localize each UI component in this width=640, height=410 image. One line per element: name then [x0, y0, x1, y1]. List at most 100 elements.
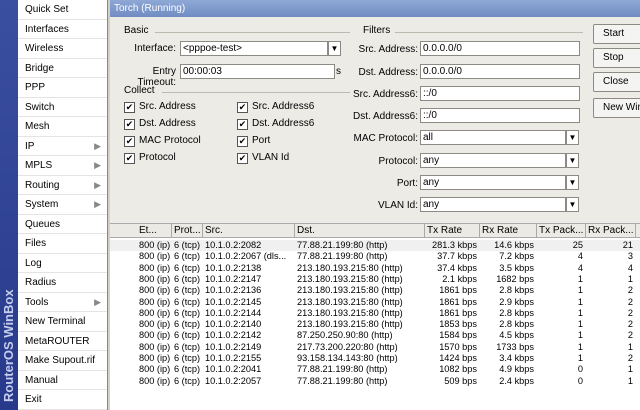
src-address6-input[interactable]: ::/0 [420, 86, 580, 101]
table-cell: 6 (tcp) [174, 319, 201, 330]
column-header[interactable]: Src. [203, 224, 295, 238]
sidebar-item-ppp[interactable]: PPP [18, 78, 107, 98]
sidebar-item-log[interactable]: Log [18, 254, 107, 273]
table-row[interactable]: 800 (ip) 6 (tcp) 10.1.0.2:2147 213.180.193.… [110, 274, 640, 285]
sidebar-item-label: IP [25, 140, 35, 152]
close-button[interactable]: Close [593, 72, 640, 92]
table-row[interactable]: 800 (ip) 6 (tcp) 10.1.0.2:2067 (dls... 77.8… [110, 251, 640, 262]
port-select[interactable]: any [420, 175, 566, 190]
collect-src-address-checkbox[interactable]: ✔ [124, 102, 135, 113]
new-window-button[interactable]: New Window [593, 98, 640, 118]
column-header[interactable]: Rx Rate [480, 224, 537, 238]
column-header[interactable]: Dst. [295, 224, 425, 238]
collect-src-address6-checkbox[interactable]: ✔ [237, 102, 248, 113]
table-row[interactable]: 800 (ip) 6 (tcp) 10.1.0.2:2155 93.158.134.1… [110, 353, 640, 364]
sidebar-item-radius[interactable]: Radius [18, 273, 107, 293]
table-cell: 6 (tcp) [174, 341, 201, 352]
sidebar-item-manual[interactable]: Manual [18, 371, 107, 390]
vlan-id-dropdown-button[interactable]: ▼ [566, 197, 579, 212]
sidebar-item-mesh[interactable]: Mesh [18, 117, 107, 137]
mac-protocol-select[interactable]: all [420, 130, 566, 145]
collect-dst-address6-checkbox[interactable]: ✔ [237, 119, 248, 130]
torch-table[interactable]: Et... Prot... Src. Dst. Tx Rate Rx Rate Tx Pac… [110, 223, 640, 410]
column-header[interactable]: Rx Pack... [586, 224, 636, 238]
protocol-dropdown-button[interactable]: ▼ [566, 153, 579, 168]
collect-protocol-checkbox[interactable]: ✔ [124, 153, 135, 164]
sidebar-item-wireless[interactable]: Wireless [18, 39, 107, 59]
table-row[interactable]: 800 (ip) 6 (tcp) 10.1.0.2:2145 213.180.193.… [110, 297, 640, 308]
table-row[interactable]: 800 (ip) 6 (tcp) 10.1.0.2:2136 213.180.193.… [110, 285, 640, 296]
sidebar-item-files[interactable]: Files [18, 234, 107, 254]
entry-timeout-input[interactable]: 00:00:03 [180, 64, 335, 79]
table-cell: 800 (ip) [139, 319, 171, 330]
table-cell: 10.1.0.2:2082 [205, 240, 262, 250]
table-row[interactable]: 800 (ip) 6 (tcp) 10.1.0.2:2057 77.88.21.199… [110, 376, 640, 387]
sidebar-menu: Quick Set Interfaces Wireless Bridge PPP Swit… [18, 0, 108, 410]
table-row[interactable]: 800 (ip) 6 (tcp) 10.1.0.2:2140 213.180.193.… [110, 319, 640, 330]
dst-address-input[interactable]: 0.0.0.0/0 [420, 64, 580, 79]
vlan-id-select[interactable]: any [420, 197, 566, 212]
sidebar-item-metarouter[interactable]: MetaROUTER [18, 332, 107, 351]
sidebar-item-switch[interactable]: Switch [18, 98, 107, 117]
collect-dst-address-checkbox[interactable]: ✔ [124, 119, 135, 130]
collect-mac-protocol-checkbox[interactable]: ✔ [124, 136, 135, 147]
sidebar-item-ip[interactable]: IP ▶ [18, 137, 107, 156]
sidebar-item-exit[interactable]: Exit [18, 390, 107, 410]
dst-address6-input[interactable]: ::/0 [420, 108, 580, 123]
table-cell: 1 [577, 296, 583, 307]
table-row[interactable]: 800 (ip) 6 (tcp) 10.1.0.2:2144 213.180.193.… [110, 308, 640, 319]
protocol-select[interactable]: any [420, 153, 566, 168]
sidebar-item-quick-set[interactable]: Quick Set [18, 0, 107, 20]
stop-button[interactable]: Stop [593, 48, 640, 68]
table-cell: 3.4 kbps [499, 353, 534, 363]
table-cell: 6 (tcp) [174, 307, 201, 318]
sidebar-item-mpls[interactable]: MPLS ▶ [18, 156, 107, 176]
table-cell: 1861 bps [439, 307, 477, 318]
table-cell: 281.3 kbps [432, 240, 477, 250]
collect-port-checkbox[interactable]: ✔ [237, 136, 248, 147]
table-cell: 213.180.193.215:80 (http) [297, 285, 403, 296]
sidebar-item-bridge[interactable]: Bridge [18, 59, 107, 78]
collect-group-divider [162, 92, 350, 93]
table-cell: 213.180.193.215:80 (http) [297, 319, 403, 330]
table-cell: 2.8 kbps [499, 319, 534, 330]
sidebar-item-label: MetaROUTER [25, 335, 90, 347]
interface-select[interactable]: <pppoe-test> [180, 41, 328, 56]
column-header[interactable]: Tx Rate [425, 224, 480, 238]
table-cell: 10.1.0.2:2057 [205, 375, 262, 386]
column-header[interactable]: Et... [137, 224, 172, 238]
table-cell: 2.4 kbps [499, 375, 534, 386]
sidebar-item-system[interactable]: System ▶ [18, 195, 107, 215]
table-cell: 6 (tcp) [174, 330, 201, 341]
port-dropdown-button[interactable]: ▼ [566, 175, 579, 190]
table-row[interactable]: 800 (ip) 6 (tcp) 10.1.0.2:2082 77.88.21.199… [110, 240, 640, 252]
table-row[interactable]: 800 (ip) 6 (tcp) 10.1.0.2:2041 77.88.21.199… [110, 364, 640, 375]
sidebar-item-tools[interactable]: Tools ▶ [18, 293, 107, 312]
collect-dst-address-label: Dst. Address [139, 118, 196, 129]
table-row[interactable]: 800 (ip) 6 (tcp) 10.1.0.2:2149 217.73.200.2… [110, 342, 640, 353]
sidebar-item-interfaces[interactable]: Interfaces [18, 20, 107, 39]
table-cell: 3.5 kbps [499, 262, 534, 273]
sidebar-item-queues[interactable]: Queues [18, 215, 107, 234]
table-cell: 4 [627, 262, 633, 273]
sidebar-item-new-terminal[interactable]: New Terminal [18, 312, 107, 332]
submenu-arrow-icon: ▶ [94, 160, 101, 170]
table-row[interactable]: 800 (ip) 6 (tcp) 10.1.0.2:2138 213.180.193.… [110, 263, 640, 274]
src-address-input[interactable]: 0.0.0.0/0 [420, 41, 580, 56]
interface-label: Interface: [134, 43, 176, 54]
table-cell: 10.1.0.2:2149 [205, 341, 262, 352]
collect-vlan-id-checkbox[interactable]: ✔ [237, 153, 248, 164]
table-row[interactable]: 800 (ip) 6 (tcp) 10.1.0.2:2142 87.250.250.9… [110, 330, 640, 341]
mac-protocol-dropdown-button[interactable]: ▼ [566, 130, 579, 145]
sidebar-item-label: MPLS [25, 160, 53, 171]
table-cell: 1 [577, 285, 583, 296]
sidebar-item-routing[interactable]: Routing ▶ [18, 176, 107, 195]
table-cell: 1 [627, 341, 633, 352]
column-header[interactable]: Tx Pack... [537, 224, 586, 238]
column-header[interactable]: Prot... [172, 224, 203, 238]
sidebar-item-label: Make Supout.rif [25, 355, 96, 366]
table-cell: 1082 bps [439, 364, 477, 375]
table-cell: 800 (ip) [139, 251, 171, 262]
sidebar-item-make-supout-rif[interactable]: Make Supout.rif [18, 351, 107, 371]
start-button[interactable]: Start [593, 24, 640, 44]
